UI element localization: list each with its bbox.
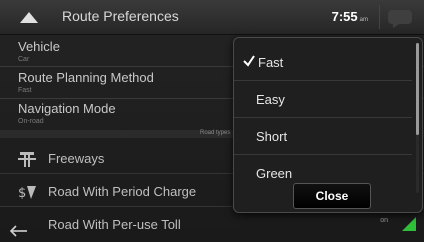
- setting-value: Car: [18, 56, 30, 63]
- toggle-status: on: [380, 217, 388, 224]
- toggle-indicator: [400, 215, 418, 233]
- option-label: Short: [256, 129, 288, 144]
- option-fast[interactable]: Fast: [234, 44, 412, 81]
- messages-button[interactable]: [379, 5, 418, 29]
- option-label: Easy: [256, 92, 285, 107]
- checkmark-icon: [242, 54, 256, 68]
- road-type-label: Road With Period Charge: [48, 184, 197, 199]
- option-green[interactable]: Green: [234, 155, 412, 181]
- setting-value: Fast: [18, 87, 32, 94]
- clock-time: 7:55: [331, 9, 358, 24]
- setting-label: Route Planning Method: [18, 70, 154, 85]
- page-title: Route Preferences: [62, 8, 179, 24]
- speech-bubble-icon: [388, 10, 412, 28]
- option-easy[interactable]: Easy: [234, 81, 412, 118]
- svg-text:$: $: [18, 186, 26, 201]
- setting-label: Navigation Mode: [18, 101, 116, 116]
- road-type-label: Road With Per-use Toll: [48, 217, 181, 232]
- route-method-dropdown: Fast Easy Short Green Close: [233, 37, 423, 213]
- arrow-left-icon: [9, 225, 27, 237]
- road-type-label: Freeways: [48, 151, 105, 166]
- back-arrow-button[interactable]: [8, 224, 30, 238]
- route-preferences-screen: Route Preferences 7:55 am Vehicle Car Rou…: [0, 0, 424, 242]
- option-label: Green: [256, 166, 293, 181]
- dropdown-scroll-thumb[interactable]: [416, 43, 419, 135]
- triangle-up-icon: [20, 12, 38, 23]
- clock: 7:55 am: [332, 9, 368, 24]
- setting-value: On-road: [18, 118, 44, 125]
- header-bar: Route Preferences 7:55 am: [0, 0, 424, 35]
- section-label: Road types: [200, 130, 231, 136]
- back-button[interactable]: [10, 6, 50, 28]
- clock-ampm: am: [359, 17, 368, 23]
- close-button[interactable]: Close: [293, 183, 371, 209]
- option-short[interactable]: Short: [234, 118, 412, 155]
- freeway-icon: [16, 149, 38, 169]
- toll-icon: $: [16, 182, 38, 202]
- road-type-per-use-toll[interactable]: Road With Per-use Toll on: [0, 209, 424, 239]
- option-label: Fast: [258, 55, 284, 70]
- setting-label: Vehicle: [18, 39, 60, 54]
